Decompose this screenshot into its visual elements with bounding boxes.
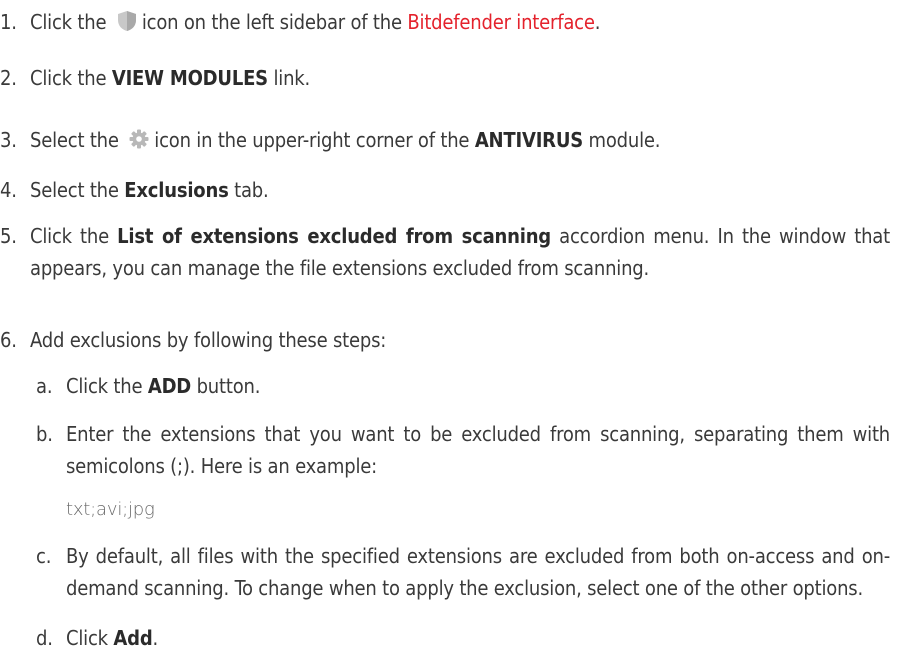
substep-text: Click (66, 626, 108, 650)
step-6: 6. Add exclusions by following these step… (0, 324, 890, 356)
step-4: 4. Select the Exclusions tab. (0, 174, 890, 206)
step-text-end: tab. (234, 178, 269, 202)
step-number: 1. (0, 10, 17, 34)
substep-d: d. Click Add. (36, 622, 890, 654)
example-extensions: txt;avi;jpg (66, 499, 155, 520)
add-label: Add (113, 626, 153, 650)
step-text: Add exclusions by following these steps: (30, 328, 387, 352)
step-text: icon in the upper-right corner of the (154, 128, 470, 152)
substep-c: c. By default, all files with the specifi… (36, 540, 890, 604)
step-text: icon on the left sidebar of the (141, 10, 402, 34)
step-number: 4. (0, 178, 17, 202)
substep-letter: c. (36, 544, 52, 568)
step-1: 1. Click the icon on the left sidebar of … (0, 6, 890, 41)
step-number: 6. (0, 328, 17, 352)
step-5: 5. Click the List of extensions excluded … (0, 220, 890, 284)
substep-letter: b. (36, 422, 53, 446)
extensions-list-label: List of extensions excluded from scannin… (117, 224, 551, 248)
step-text: Click the (30, 10, 107, 34)
step-number: 3. (0, 128, 17, 152)
step-3: 3. Select the icon in the upper-right cor… (0, 124, 890, 159)
bitdefender-interface-link[interactable]: Bitdefender interface (407, 10, 595, 34)
step-text: Select the (30, 178, 119, 202)
gear-icon (128, 127, 150, 159)
substep-text: By default, all files with the specified… (66, 544, 890, 600)
substep-b: b. Enter the extensions that you want to … (36, 418, 890, 482)
step-2: 2. Click the VIEW MODULES link. (0, 62, 890, 94)
substep-text-end: button. (196, 374, 261, 398)
exclusions-label: Exclusions (124, 178, 229, 202)
step-text: Click the (30, 224, 109, 248)
shield-icon (116, 9, 138, 41)
substep-text-end: . (152, 626, 159, 650)
step-text-end: . (594, 10, 601, 34)
substep-letter: a. (36, 374, 53, 398)
step-text-end: module. (588, 128, 661, 152)
substep-letter: d. (36, 626, 53, 650)
view-modules-label: VIEW MODULES (111, 66, 268, 90)
substep-text: Enter the extensions that you want to be… (66, 422, 890, 478)
step-number: 2. (0, 66, 17, 90)
step-text-end: link. (273, 66, 311, 90)
step-number: 5. (0, 224, 17, 248)
step-text: Click the (30, 66, 107, 90)
antivirus-label: ANTIVIRUS (474, 128, 584, 152)
substep-text: Click the (66, 374, 143, 398)
add-label: ADD (147, 374, 192, 398)
substep-a: a. Click the ADD button. (36, 370, 890, 402)
step-text: Select the (30, 128, 119, 152)
